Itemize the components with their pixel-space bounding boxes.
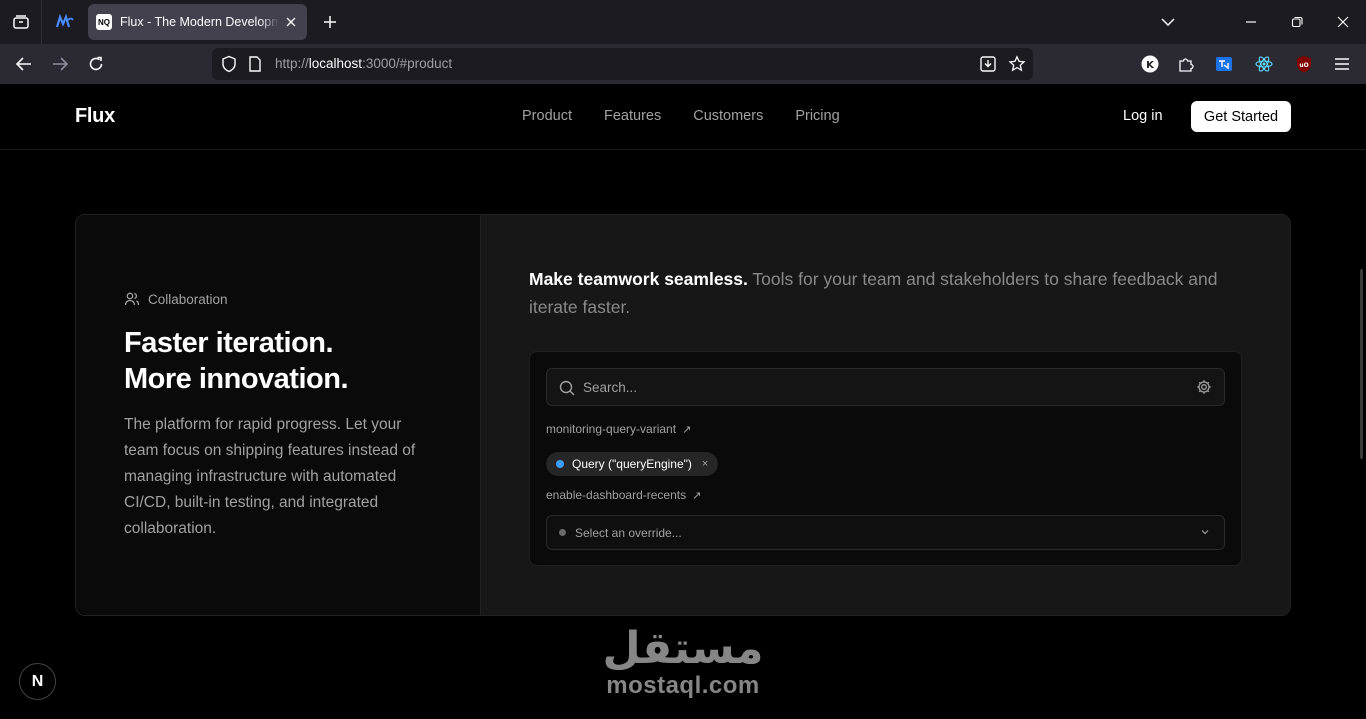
flag-item-enable-dashboard-recents[interactable]: enable-dashboard-recents ↗	[546, 488, 701, 502]
url-path: :3000/#product	[362, 56, 453, 71]
status-dot	[556, 460, 564, 468]
nav-link-product[interactable]: Product	[522, 108, 572, 124]
forward-button[interactable]	[46, 50, 74, 78]
restore-button[interactable]	[1274, 0, 1320, 44]
url-host: localhost	[308, 56, 363, 71]
react-icon[interactable]	[1254, 54, 1274, 74]
tab-list-button[interactable]	[0, 0, 42, 44]
reload-icon	[89, 56, 103, 71]
flag-label: monitoring-query-variant	[546, 422, 677, 436]
external-link-icon: ↗	[692, 489, 702, 502]
close-icon	[1337, 16, 1349, 28]
minimize-button[interactable]	[1228, 0, 1274, 44]
select-placeholder: Select an override...	[575, 525, 682, 540]
override-select[interactable]: Select an override...	[546, 515, 1225, 550]
translate-icon[interactable]	[1214, 54, 1234, 74]
flag-overrides-panel: monitoring-query-variant ↗ Query ("query…	[529, 351, 1242, 566]
watermark-latin: mostaql.com	[606, 672, 760, 699]
chip-remove-icon[interactable]: ×	[702, 458, 708, 470]
minimize-icon	[1246, 21, 1256, 23]
nav-link-customers[interactable]: Customers	[693, 108, 763, 124]
site-logo[interactable]: Flux	[75, 105, 115, 128]
tagline-bold: Make teamwork seamless.	[529, 269, 748, 289]
chevron-down-icon	[1161, 18, 1175, 26]
page-viewport: Flux Product Features Customers Pricing …	[0, 84, 1366, 719]
nextjs-dev-indicator[interactable]: N	[19, 663, 56, 700]
login-link[interactable]: Log in	[1123, 108, 1163, 124]
section-headline: Faster iteration. More innovation.	[124, 325, 349, 397]
forward-arrow-icon	[53, 57, 68, 71]
url-text[interactable]: http://localhost:3000/#product	[275, 56, 452, 71]
search-input[interactable]	[583, 369, 1183, 405]
search-box[interactable]	[546, 368, 1225, 406]
tracking-protection-shield-icon[interactable]	[220, 55, 238, 73]
get-started-button[interactable]: Get Started	[1191, 101, 1291, 132]
page-info-icon[interactable]	[248, 56, 262, 72]
app-menu-button[interactable]	[1332, 54, 1352, 74]
back-arrow-icon	[16, 57, 31, 71]
list-all-tabs-button[interactable]	[1154, 8, 1182, 36]
bookmark-star-icon[interactable]	[1008, 55, 1026, 73]
browser-tab-bar: NQ Flux - The Modern Development Platfor…	[0, 0, 1366, 44]
restore-icon	[1291, 16, 1303, 28]
chevron-down-icon	[1201, 530, 1209, 535]
site-header: Flux Product Features Customers Pricing …	[0, 84, 1366, 150]
save-to-pocket-icon[interactable]	[979, 55, 997, 73]
section-body: The platform for rapid progress. Let you…	[124, 416, 416, 537]
search-icon	[559, 380, 575, 396]
status-dot	[559, 529, 566, 536]
url-prefix: http://	[275, 56, 309, 71]
tab-title: Flux - The Modern Development Platform	[120, 15, 279, 29]
nav-link-pricing[interactable]: Pricing	[795, 108, 839, 124]
k-extension-icon[interactable]: K	[1140, 54, 1160, 74]
tab-manager-icon	[12, 15, 29, 29]
svg-text:K: K	[1146, 60, 1155, 71]
card-right-pane: Make teamwork seamless. Tools for your t…	[481, 215, 1290, 615]
tab-close-button[interactable]	[283, 14, 299, 30]
main-nav: Product Features Customers Pricing	[522, 108, 872, 124]
close-icon	[286, 17, 296, 27]
mostaql-watermark: مستقل mostaql.com	[598, 624, 768, 698]
url-bar[interactable]: http://localhost:3000/#product	[212, 48, 1033, 80]
plus-icon	[324, 16, 336, 28]
eyebrow-label: Collaboration	[148, 291, 228, 307]
external-link-icon: ↗	[682, 423, 692, 436]
flag-label: enable-dashboard-recents	[546, 488, 687, 502]
page-scrollbar[interactable]	[1360, 269, 1363, 459]
browser-nav-bar: http://localhost:3000/#product K uO	[0, 44, 1366, 84]
tab-favicon-icon: NQ	[96, 14, 112, 30]
section-tagline: Make teamwork seamless. Tools for your t…	[529, 265, 1249, 321]
flag-item-monitoring-query-variant[interactable]: monitoring-query-variant ↗	[546, 422, 691, 436]
collaboration-card: Collaboration Faster iteration. More inn…	[75, 214, 1291, 616]
card-left-pane: Collaboration Faster iteration. More inn…	[76, 215, 481, 615]
pinned-site-icon	[56, 14, 74, 28]
active-tab[interactable]: NQ Flux - The Modern Development Platfor…	[88, 4, 307, 40]
hamburger-menu-icon	[1335, 58, 1349, 70]
new-tab-button[interactable]	[316, 8, 344, 36]
svg-text:uO: uO	[1299, 62, 1308, 69]
headline-line-1: Faster iteration.	[124, 327, 334, 359]
users-icon	[124, 292, 140, 306]
headline-line-2: More innovation.	[124, 363, 349, 395]
back-button[interactable]	[10, 50, 38, 78]
puzzle-icon[interactable]	[1176, 54, 1196, 74]
chip-label: Query ("queryEngine")	[572, 457, 692, 471]
nav-link-features[interactable]: Features	[604, 108, 661, 124]
override-chip[interactable]: Query ("queryEngine") ×	[546, 452, 719, 476]
close-window-button[interactable]	[1320, 0, 1366, 44]
window-controls	[1228, 0, 1366, 44]
pinned-tab[interactable]	[48, 6, 82, 38]
section-eyebrow: Collaboration	[124, 291, 228, 307]
ublock-icon[interactable]: uO	[1294, 54, 1314, 74]
gear-icon[interactable]	[1196, 379, 1212, 395]
watermark-arabic: مستقل	[602, 623, 764, 674]
reload-button[interactable]	[82, 50, 110, 78]
